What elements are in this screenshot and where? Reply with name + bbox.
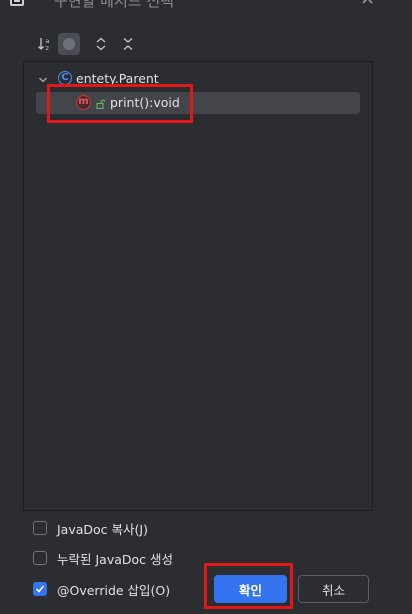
tree-toolbar: a z: [34, 32, 154, 56]
checkbox-label: 누락된 JavaDoc 생성: [57, 551, 173, 567]
sort-alpha-icon[interactable]: a z: [34, 32, 56, 56]
checkbox-unchecked-icon[interactable]: [33, 521, 47, 535]
checkbox-label: @Override 삽입(O): [57, 582, 171, 598]
tree-node-label: entety.Parent: [76, 71, 159, 86]
checkbox-label: JavaDoc 복사(J): [57, 521, 148, 537]
svg-text:z: z: [46, 44, 50, 52]
tree-node-method[interactable]: m print():void: [36, 92, 360, 114]
missing-javadoc-checkbox[interactable]: 누락된 JavaDoc 생성: [33, 549, 173, 567]
ok-button[interactable]: 확인: [214, 575, 287, 603]
tree-node-label: print():void: [110, 95, 180, 110]
checkbox-checked-icon[interactable]: [33, 582, 47, 596]
dialog-title: 구현할 메서드 선택: [54, 0, 174, 10]
javadoc-copy-checkbox[interactable]: JavaDoc 복사(J): [33, 519, 148, 537]
override-checkbox[interactable]: @Override 삽입(O): [33, 580, 170, 598]
app-icon: [10, 0, 24, 6]
circle-toggle-icon[interactable]: [58, 33, 80, 55]
checkbox-unchecked-icon[interactable]: [33, 551, 47, 565]
dialog-titlebar: 구현할 메서드 선택 ×: [0, 0, 412, 22]
unlock-icon: [96, 97, 106, 110]
method-tree[interactable]: C entety.Parent m print():void: [23, 61, 373, 511]
class-icon: C: [58, 71, 72, 85]
chevron-down-icon[interactable]: [38, 73, 48, 88]
cancel-button[interactable]: 취소: [298, 575, 369, 603]
collapse-all-icon[interactable]: [117, 32, 139, 56]
method-icon: m: [76, 95, 91, 110]
close-icon[interactable]: ×: [360, 0, 375, 9]
expand-all-icon[interactable]: [90, 32, 112, 56]
